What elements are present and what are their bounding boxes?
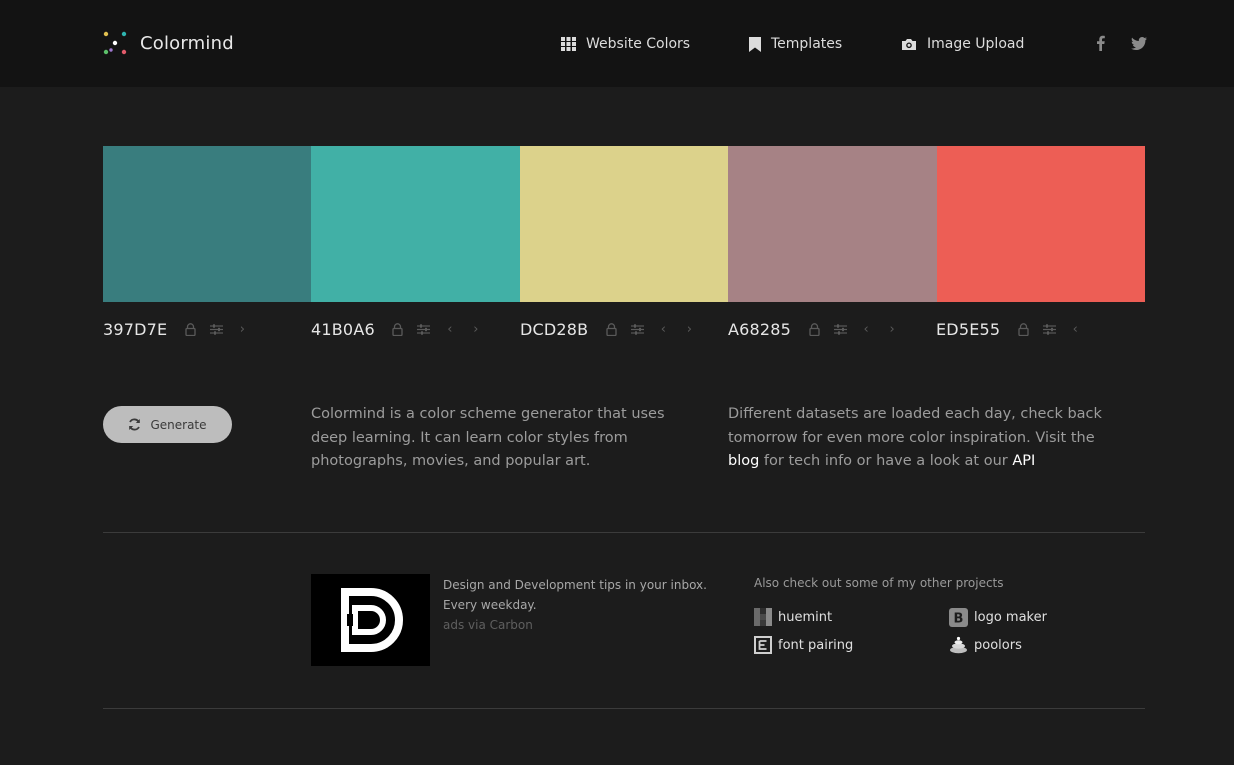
color-swatch[interactable]	[311, 146, 520, 302]
adjust-sliders-icon[interactable]	[827, 318, 853, 340]
swatch-controls-1: 397D7E ›	[103, 318, 255, 340]
project-huemint[interactable]: huemint	[754, 608, 832, 626]
swatch-controls-4: A68285 ‹ ›	[728, 318, 905, 340]
project-label: font pairing	[778, 637, 854, 653]
project-logo-maker[interactable]: B logo maker	[949, 608, 1047, 627]
move-left-icon[interactable]: ‹	[1062, 318, 1088, 340]
adjust-sliders-icon[interactable]	[1036, 318, 1062, 340]
camera-icon	[902, 38, 916, 50]
lock-icon[interactable]	[598, 318, 624, 340]
adjust-sliders-icon[interactable]	[411, 318, 437, 340]
color-swatch[interactable]	[936, 146, 1145, 302]
facebook-icon[interactable]	[1096, 35, 1105, 51]
nav-image-upload[interactable]: Image Upload	[901, 34, 1024, 54]
grid-icon	[561, 37, 576, 51]
nav-website-colors[interactable]: Website Colors	[561, 34, 690, 54]
poolors-icon	[950, 636, 967, 654]
move-right-icon[interactable]: ›	[463, 318, 489, 340]
color-palette	[103, 146, 1145, 302]
nav-templates[interactable]: Templates	[749, 34, 842, 54]
api-link[interactable]: API	[1012, 453, 1035, 469]
move-left-icon[interactable]: ‹	[437, 318, 463, 340]
color-swatch[interactable]	[519, 146, 729, 302]
divider	[103, 532, 1145, 533]
blog-link[interactable]: blog	[728, 453, 759, 469]
swatch-controls-2: 41B0A6 ‹ ›	[311, 318, 489, 340]
datasets-text-before: Different datasets are loaded each day, …	[728, 406, 1102, 446]
hex-code[interactable]: 41B0A6	[311, 320, 375, 339]
project-label: logo maker	[974, 610, 1047, 625]
nav-label: Image Upload	[927, 36, 1025, 52]
projects-title: Also check out some of my other projects	[754, 576, 1004, 590]
top-navigation-bar: Colormind Website Colors Templates Image…	[0, 0, 1234, 87]
ads-via-carbon-link[interactable]: ads via Carbon	[443, 615, 723, 635]
twitter-icon[interactable]	[1131, 37, 1147, 50]
ad-line-1[interactable]: Design and Development tips in your inbo…	[443, 575, 723, 595]
move-right-icon[interactable]: ›	[676, 318, 702, 340]
divider	[103, 708, 1145, 709]
font-pairing-icon	[754, 636, 772, 654]
brand-name: Colormind	[140, 32, 234, 54]
swatch-controls-3: DCD28B ‹ ›	[520, 318, 702, 340]
move-left-icon[interactable]: ‹	[853, 318, 879, 340]
colormind-logo-icon	[103, 31, 127, 55]
logo-maker-icon: B	[949, 608, 968, 627]
bookmark-icon	[749, 36, 761, 52]
intro-description: Colormind is a color scheme generator th…	[311, 406, 665, 469]
project-label: poolors	[974, 637, 1022, 653]
move-left-icon[interactable]: ‹	[650, 318, 676, 340]
color-swatch[interactable]	[103, 146, 312, 302]
adjust-sliders-icon[interactable]	[203, 318, 229, 340]
hex-code[interactable]: 397D7E	[103, 320, 167, 339]
project-label: huemint	[778, 609, 833, 625]
nav-label: Website Colors	[586, 36, 691, 52]
hex-code[interactable]: ED5E55	[936, 320, 1000, 339]
generate-label: Generate	[150, 417, 207, 432]
svg-text:B: B	[954, 612, 964, 627]
refresh-icon	[129, 418, 141, 431]
huemint-icon	[754, 608, 772, 626]
project-font-pairing[interactable]: font pairing	[754, 636, 853, 654]
color-swatch[interactable]	[728, 146, 937, 302]
adjust-sliders-icon[interactable]	[624, 318, 650, 340]
lock-icon[interactable]	[177, 318, 203, 340]
lock-icon[interactable]	[801, 318, 827, 340]
project-poolors[interactable]: poolors	[949, 636, 1022, 654]
ad-text: Design and Development tips in your inbo…	[443, 575, 723, 635]
lock-icon[interactable]	[385, 318, 411, 340]
nav-label: Templates	[771, 36, 843, 52]
swatch-controls-5: ED5E55 ‹	[936, 318, 1088, 340]
datasets-text-middle: for tech info or have a look at our	[763, 453, 1008, 469]
generate-button[interactable]: Generate	[103, 406, 232, 443]
ad-image[interactable]	[311, 574, 430, 666]
ad-line-2[interactable]: Every weekday.	[443, 595, 723, 615]
move-right-icon[interactable]: ›	[229, 318, 255, 340]
hex-code[interactable]: DCD28B	[520, 320, 588, 339]
lock-icon[interactable]	[1010, 318, 1036, 340]
dd-logo-icon	[341, 588, 403, 652]
brand-logo[interactable]: Colormind	[102, 30, 234, 56]
hex-code[interactable]: A68285	[728, 320, 791, 339]
datasets-description: Different datasets are loaded each day, …	[728, 403, 1118, 474]
move-right-icon[interactable]: ›	[879, 318, 905, 340]
